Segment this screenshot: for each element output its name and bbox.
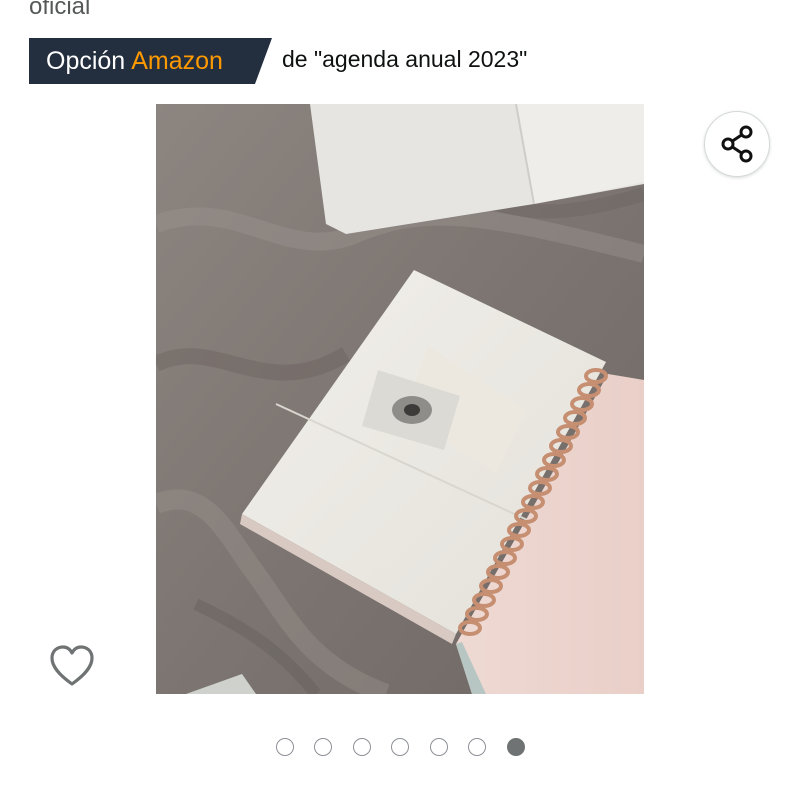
pagination-dot-5[interactable] [430,738,448,756]
pagination-dot-1[interactable] [276,738,294,756]
share-icon [717,124,757,164]
brand-text: oficial [29,0,91,20]
amazon-choice-badge: Opción Amazon [29,38,272,84]
pagination-dot-3[interactable] [353,738,371,756]
product-image[interactable] [156,104,644,694]
heart-outline-icon [48,644,96,688]
badge-label-part2: Amazon [131,46,223,75]
pagination-dot-2[interactable] [314,738,332,756]
image-pagination [0,736,800,758]
product-page: oficial Opción Amazon de "agenda anual 2… [0,0,800,800]
pagination-dot-7[interactable] [507,738,525,756]
pagination-dot-6[interactable] [468,738,486,756]
share-button[interactable] [704,111,770,177]
badge-keyword: de "agenda anual 2023" [282,46,528,72]
pagination-dot-4[interactable] [391,738,409,756]
badge-label-part1: Opción [46,46,126,75]
add-to-wishlist-button[interactable] [44,640,100,692]
